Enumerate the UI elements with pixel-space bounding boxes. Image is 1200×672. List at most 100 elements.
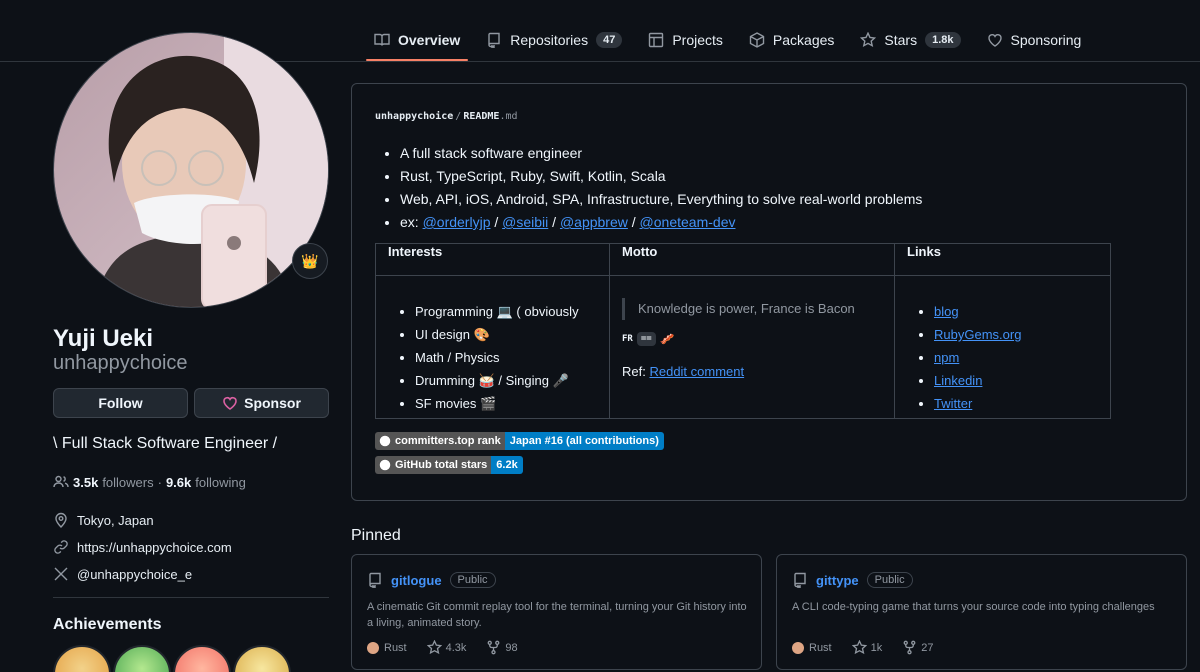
table-header: Links bbox=[894, 243, 1111, 276]
tab-repositories[interactable]: Repositories 47 bbox=[478, 20, 630, 60]
twitter[interactable]: @unhappychoice_e bbox=[53, 566, 192, 582]
list-item: Web, API, iOS, Android, SPA, Infrastruct… bbox=[400, 188, 922, 211]
rubygems-link[interactable]: RubyGems.org bbox=[934, 327, 1021, 342]
ex-label: ex: bbox=[400, 214, 423, 230]
profile-bio: \ Full Stack Software Engineer / bbox=[53, 435, 278, 452]
card-header: gittype Public bbox=[792, 572, 913, 588]
forks-link[interactable]: 27 bbox=[902, 640, 934, 655]
readme-path[interactable]: unhappychoice / README.md bbox=[375, 111, 518, 122]
tab-label: Sponsoring bbox=[1010, 32, 1082, 48]
sponsor-button[interactable]: Sponsor bbox=[194, 388, 329, 418]
shield-value: 6.2k bbox=[491, 456, 523, 474]
interest-item: Programming 💻 ( obviously bbox=[415, 300, 597, 323]
language-color-dot bbox=[367, 641, 379, 654]
stars-count: 1k bbox=[870, 641, 883, 654]
heart-icon bbox=[987, 34, 1002, 47]
card-header: gitlogue Public bbox=[367, 572, 496, 588]
list-item: Rust, TypeScript, Ruby, Swift, Kotlin, S… bbox=[400, 165, 922, 188]
list-item: A full stack software engineer bbox=[400, 142, 922, 165]
sidebar-divider bbox=[53, 597, 329, 598]
shield-value: Japan #16 (all contributions) bbox=[504, 432, 664, 450]
tab-overview[interactable]: Overview bbox=[366, 20, 469, 61]
repo-name-link[interactable]: gittype bbox=[816, 573, 859, 588]
forks-link[interactable]: 98 bbox=[486, 640, 518, 655]
reddit-link[interactable]: Reddit comment bbox=[649, 364, 744, 379]
following-label[interactable]: following bbox=[195, 475, 246, 490]
location: Tokyo, Japan bbox=[53, 512, 154, 528]
interest-item: Math / Physics bbox=[415, 346, 597, 369]
total-stars-badge[interactable]: GitHub total stars 6.2k bbox=[375, 456, 523, 474]
table-header: Motto bbox=[609, 243, 895, 276]
org-link[interactable]: @oneteam-dev bbox=[640, 214, 736, 230]
link-item: npm bbox=[934, 346, 1098, 369]
achievement-badge[interactable] bbox=[53, 645, 111, 672]
interest-item: UI design 🎨 bbox=[415, 323, 597, 346]
linkedin-link[interactable]: Linkedin bbox=[934, 373, 982, 388]
shield-label-text: GitHub total stars bbox=[395, 459, 488, 471]
committers-badge[interactable]: committers.top rank Japan #16 (all contr… bbox=[375, 432, 664, 450]
org-link[interactable]: @orderlyjp bbox=[423, 214, 491, 230]
language: Rust bbox=[367, 641, 407, 654]
link-item: RubyGems.org bbox=[934, 323, 1098, 346]
x-logo-icon bbox=[54, 567, 68, 581]
crown-icon: 👑 bbox=[301, 252, 319, 269]
website-link[interactable]: https://unhappychoice.com bbox=[77, 540, 232, 555]
followers-count[interactable]: 3.5k bbox=[73, 475, 98, 490]
table-header: Interests bbox=[375, 243, 610, 276]
motto-quote: Knowledge is power, France is Bacon bbox=[622, 298, 882, 320]
shield-label: GitHub total stars bbox=[375, 456, 492, 474]
achievements-title[interactable]: Achievements bbox=[53, 616, 162, 634]
org-link[interactable]: @appbrew bbox=[560, 214, 628, 230]
tab-projects[interactable]: Projects bbox=[640, 20, 731, 60]
org-link[interactable]: @seibii bbox=[502, 214, 548, 230]
profile-name: Yuji Ueki bbox=[53, 325, 154, 352]
people-icon bbox=[53, 475, 69, 488]
repo-name-link[interactable]: gitlogue bbox=[391, 573, 442, 588]
ref-label: Ref: bbox=[622, 364, 650, 379]
tab-packages[interactable]: Packages bbox=[741, 20, 842, 60]
follow-button[interactable]: Follow bbox=[53, 388, 188, 418]
visibility-badge: Public bbox=[866, 572, 913, 588]
visibility-badge: Public bbox=[449, 572, 496, 588]
follow-stats: 3.5k followers · 9.6k following bbox=[53, 474, 246, 490]
interest-item: SF movies 🎬 bbox=[415, 392, 597, 415]
following-count[interactable]: 9.6k bbox=[166, 475, 191, 490]
equals-code: == bbox=[636, 332, 656, 346]
fr-text: FR bbox=[622, 334, 633, 344]
avatar-photo bbox=[54, 33, 328, 307]
readme-owner[interactable]: unhappychoice bbox=[375, 111, 453, 122]
pinned-repo-card: gitlogue Public A cinematic Git commit r… bbox=[351, 554, 762, 670]
achievement-badge[interactable] bbox=[233, 645, 291, 672]
website[interactable]: https://unhappychoice.com bbox=[53, 539, 232, 555]
tab-sponsoring[interactable]: Sponsoring bbox=[979, 20, 1090, 60]
readme-file[interactable]: README bbox=[463, 111, 499, 122]
tab-label: Repositories bbox=[510, 32, 589, 48]
avatar[interactable] bbox=[53, 32, 329, 308]
followers-label[interactable]: followers bbox=[102, 475, 153, 490]
repo-description: A cinematic Git commit replay tool for t… bbox=[367, 601, 747, 629]
achievement-badge[interactable] bbox=[113, 645, 171, 672]
star-icon bbox=[860, 32, 877, 48]
path-separator: / bbox=[455, 111, 462, 122]
achievement-badge[interactable] bbox=[173, 645, 231, 672]
twitter-link[interactable]: @unhappychoice_e bbox=[77, 567, 192, 582]
link-icon bbox=[54, 540, 68, 554]
tab-stars[interactable]: Stars 1.8k bbox=[852, 20, 968, 60]
separator: · bbox=[157, 474, 162, 490]
table-icon bbox=[649, 32, 664, 48]
npm-link[interactable]: npm bbox=[934, 350, 959, 365]
forks-count: 27 bbox=[921, 641, 934, 654]
blog-link[interactable]: blog bbox=[934, 304, 959, 319]
separator: / bbox=[548, 214, 560, 230]
sponsor-label: Sponsor bbox=[244, 395, 301, 411]
separator: / bbox=[627, 214, 640, 230]
stars-link[interactable]: 1k bbox=[851, 640, 883, 655]
stars-link[interactable]: 4.3k bbox=[426, 640, 466, 655]
motto-code-line: FR == 🥓 bbox=[622, 332, 882, 346]
language: Rust bbox=[792, 641, 832, 654]
twitter-link[interactable]: Twitter bbox=[934, 396, 972, 411]
location-icon bbox=[55, 512, 67, 528]
pinned-repo-card: gittype Public A CLI code-typing game th… bbox=[776, 554, 1187, 670]
status-badge[interactable]: 👑 bbox=[292, 243, 328, 279]
repo-meta: Rust 4.3k 98 bbox=[367, 640, 538, 655]
